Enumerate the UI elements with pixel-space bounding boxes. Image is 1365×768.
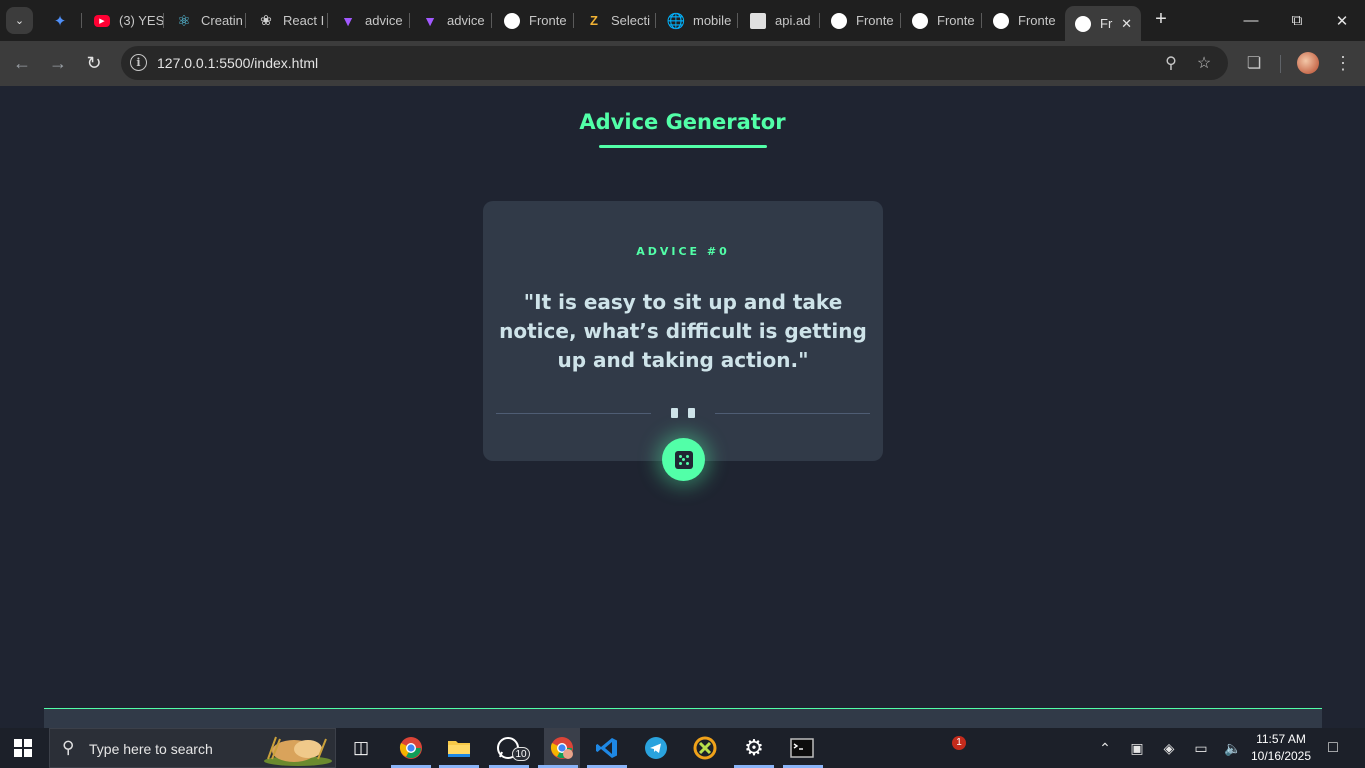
tab-label: mobile	[693, 13, 732, 28]
divider-left	[496, 413, 651, 414]
whatsapp-badge: 10	[512, 747, 530, 761]
frontendmentor-icon	[1075, 15, 1091, 32]
meet-now-icon[interactable]: ◈	[1158, 737, 1180, 759]
generate-advice-button[interactable]	[662, 438, 705, 481]
tab-label: Fronte	[856, 13, 894, 28]
tab-label: Fr	[1100, 16, 1113, 31]
tab-frontend-1[interactable]: Fronte	[494, 6, 574, 35]
taskbar-search-box[interactable]: ⚲ Type here to search	[49, 728, 336, 768]
terminal-icon[interactable]	[788, 734, 816, 762]
page-content: Advice Generator ADVICE #0 "It is easy t…	[0, 86, 1365, 728]
notification-center-icon[interactable]: □	[1322, 737, 1344, 759]
advice-card: ADVICE #0 "It is easy to sit up and take…	[483, 201, 883, 461]
reload-icon[interactable]: ↻	[80, 49, 108, 77]
tab-label: advice	[365, 13, 403, 28]
tab-react[interactable]: ❀ React I	[248, 6, 328, 35]
browser-tab-strip: ⌄ ✦ ▶ (3) YES ⚛ Creatin ❀ React I ▼ advi…	[0, 0, 1365, 41]
youtube-icon: ▶	[94, 14, 110, 27]
restore-icon[interactable]: ⧉	[1274, 0, 1320, 41]
tab-label: advice	[447, 13, 485, 28]
site-info-icon[interactable]: i	[130, 54, 147, 71]
tab-label: Fronte	[529, 13, 567, 28]
chrome-profile-icon[interactable]	[544, 728, 580, 768]
page-icon	[750, 12, 766, 29]
tab-frontend-3[interactable]: Fronte	[902, 6, 982, 35]
windows-taskbar: ⚲ Type here to search ◫ 10 ⚙ 1 ⌃ ▣ ◈ ▭ 🔈…	[0, 728, 1365, 768]
bread-illustration-icon	[264, 736, 332, 766]
footer-strip	[44, 708, 1322, 728]
react-icon: ⚛	[177, 12, 191, 30]
tab-label: React I	[283, 13, 325, 28]
tab-youtube[interactable]: ▶ (3) YES	[84, 6, 164, 35]
tab-selection[interactable]: Z Selecti	[576, 6, 656, 35]
tab-label: Selecti	[611, 13, 651, 28]
ziprecruiter-icon: Z	[590, 13, 598, 28]
close-window-icon[interactable]: ✕	[1319, 0, 1365, 41]
pause-divider-icon	[671, 408, 678, 418]
tab-mobile[interactable]: 🌐 mobile	[658, 6, 738, 35]
vite-icon: ▼	[341, 12, 355, 29]
battery-icon[interactable]: ▭	[1190, 737, 1212, 759]
system-clock[interactable]: 11:57 AM 10/16/2025	[1248, 731, 1314, 765]
tab-search-chevron-icon[interactable]: ⌄	[6, 7, 33, 34]
frontendmentor-icon	[504, 12, 520, 29]
frontendmentor-icon	[831, 12, 847, 29]
tab-frontend-active[interactable]: Fr ✕	[1065, 6, 1141, 41]
settings-icon[interactable]: ⚙	[740, 734, 768, 762]
chrome-icon[interactable]	[397, 734, 425, 762]
frontendmentor-icon	[912, 12, 928, 29]
notification-badge: 1	[952, 736, 966, 750]
show-hidden-icons-chevron-icon[interactable]: ⌃	[1094, 737, 1116, 759]
tab-label: api.ad	[775, 13, 811, 28]
tab-gemini[interactable]: ✦	[42, 6, 82, 35]
telegram-icon[interactable]	[642, 734, 670, 762]
tab-frontend-2[interactable]: Fronte	[821, 6, 901, 35]
advice-quote: "It is easy to sit up and take notice, w…	[499, 290, 867, 372]
tab-label: Fronte	[1018, 13, 1056, 28]
tab-api[interactable]: api.ad	[740, 6, 820, 35]
frontendmentor-icon	[993, 12, 1009, 29]
extensions-icon[interactable]: ❏	[1242, 51, 1266, 75]
url-text[interactable]: 127.0.0.1:5500/index.html	[157, 55, 318, 71]
advice-id: ADVICE #0	[636, 245, 730, 258]
divider-right	[715, 413, 870, 414]
minimize-icon[interactable]: —	[1228, 0, 1274, 41]
search-placeholder: Type here to search	[89, 741, 213, 757]
vscode-icon[interactable]	[593, 734, 621, 762]
title-underline	[599, 145, 767, 148]
forward-icon[interactable]: →	[44, 49, 72, 77]
tab-label: (3) YES	[119, 13, 164, 28]
pause-divider-icon	[688, 408, 695, 418]
bookmark-star-icon[interactable]: ☆	[1193, 53, 1215, 73]
tab-label: Fronte	[937, 13, 975, 28]
windows-start-icon[interactable]	[14, 739, 32, 757]
task-view-icon[interactable]: ◫	[347, 734, 375, 762]
security-tray-icon[interactable]: ▣	[1126, 737, 1148, 759]
menu-kebab-icon[interactable]: ⋮	[1331, 51, 1355, 75]
file-explorer-icon[interactable]	[445, 734, 473, 762]
volume-icon[interactable]: 🔈	[1222, 737, 1244, 759]
chatgpt-icon: ❀	[260, 12, 272, 28]
gemini-icon: ✦	[53, 12, 67, 30]
vite-icon: ▼	[423, 12, 437, 29]
new-tab-button[interactable]: +	[1150, 8, 1172, 30]
profile-avatar[interactable]	[1297, 52, 1319, 74]
tab-creating[interactable]: ⚛ Creatin	[166, 6, 246, 35]
zoom-icon[interactable]: ⚲	[1160, 53, 1182, 73]
close-tab-icon[interactable]: ✕	[1121, 16, 1132, 32]
app-title: Advice Generator	[579, 110, 786, 134]
tab-advice-2[interactable]: ▼ advice	[412, 6, 492, 35]
clock-date: 10/16/2025	[1250, 749, 1312, 763]
dice-icon	[674, 450, 693, 469]
search-icon: ⚲	[62, 738, 75, 757]
address-bar[interactable]: i 127.0.0.1:5500/index.html ⚲ ☆	[121, 46, 1228, 80]
back-icon[interactable]: ←	[8, 49, 36, 77]
tab-label: Creatin	[201, 13, 243, 28]
globe-icon: 🌐	[666, 12, 686, 30]
tab-advice-1[interactable]: ▼ advice	[330, 6, 410, 35]
tab-frontend-4[interactable]: Fronte	[983, 6, 1063, 35]
crossover-icon[interactable]	[691, 734, 719, 762]
clock-time: 11:57 AM	[1256, 732, 1306, 746]
browser-toolbar: ← → ↻ i 127.0.0.1:5500/index.html ⚲ ☆ ❏ …	[0, 41, 1365, 86]
